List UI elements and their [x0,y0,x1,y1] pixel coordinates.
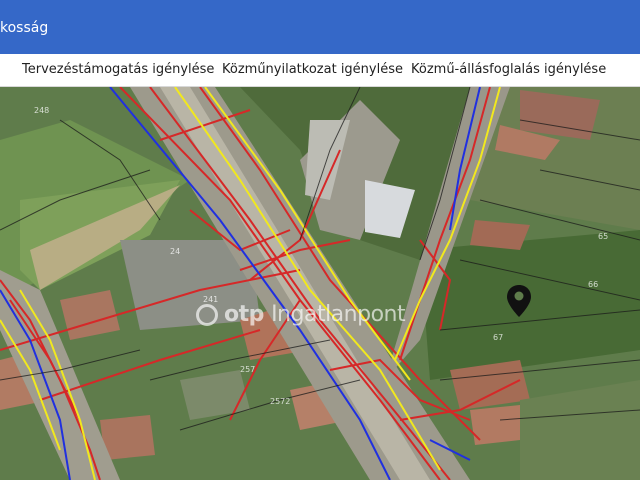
map-view[interactable]: 248 24 65 66 67 241 257 2572 [0,87,640,480]
tab-bar: Tervezéstámogatás igénylése Közműnyilatk… [0,54,640,87]
watermark-brand: otp [224,302,264,327]
parcel-label: 248 [34,106,50,115]
watermark-suffix: Ingatlanpont [271,302,406,327]
map-pin-icon[interactable] [507,285,531,317]
parcel-label: 67 [493,333,504,342]
parcel-label: 257 [240,365,256,374]
parcel-label: 24 [170,247,181,256]
tab-kozmu-allasfoglalas[interactable]: Közmű-állásfoglalás igénylése [411,62,606,77]
parcel-label: 2572 [270,397,291,406]
parcel-label: 65 [598,232,609,241]
watermark: otp Ingatlanpont [196,302,406,327]
otp-logo-icon [196,304,218,326]
header-title: kosság [0,20,49,36]
tab-kozmunyilatkozat[interactable]: Közműnyilatkozat igénylése [222,62,403,77]
parcel-label: 66 [588,280,599,289]
app-header: kosság [0,0,640,54]
tab-tervezestamogatas[interactable]: Tervezéstámogatás igénylése [22,62,214,77]
map-canvas[interactable] [0,87,640,480]
